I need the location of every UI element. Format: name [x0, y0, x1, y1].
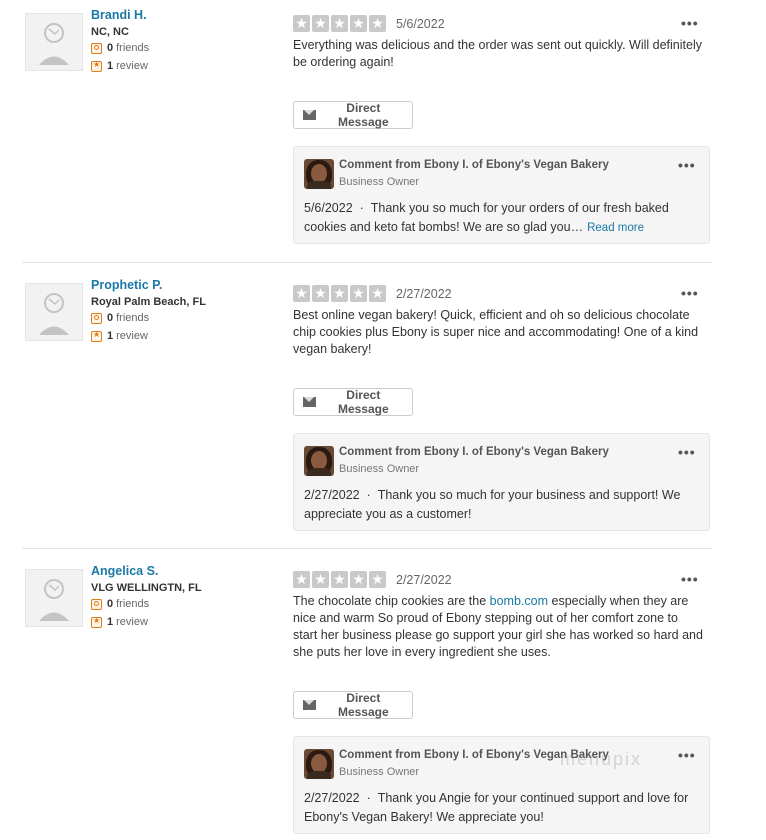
star-icon: ★: [331, 15, 348, 32]
friends-icon: [91, 598, 102, 610]
review-star-icon: [91, 330, 102, 342]
more-options-icon[interactable]: •••: [678, 157, 696, 173]
user-location: VLG WELLINGTN, FL: [91, 582, 202, 594]
star-icon: ★: [293, 571, 310, 588]
user-review-count: 1review: [91, 616, 148, 628]
user-friends-count: 0 friends: [91, 598, 149, 610]
comment-date: 5/6/2022: [304, 201, 353, 215]
more-options-icon[interactable]: •••: [681, 285, 699, 301]
default-user-icon: [39, 293, 69, 335]
user-friends-count: 0 friends: [91, 42, 149, 54]
direct-message-button[interactable]: Direct Message: [293, 101, 413, 129]
star-icon: ★: [331, 285, 348, 302]
star-rating: ★ ★ ★ ★ ★: [293, 571, 386, 588]
comment-text: 2/27/2022 · Thank you Angie for your con…: [304, 791, 689, 824]
more-options-icon[interactable]: •••: [681, 15, 699, 31]
comment-date: 2/27/2022: [304, 488, 360, 502]
star-icon: ★: [312, 15, 329, 32]
comment-text: 5/6/2022 · Thank you so much for your or…: [304, 201, 669, 234]
review-star-icon: [91, 616, 102, 628]
more-options-icon[interactable]: •••: [678, 747, 696, 763]
user-name-link[interactable]: Brandi H.: [91, 8, 147, 22]
review-text: Everything was delicious and the order w…: [293, 38, 702, 69]
review-divider: [22, 548, 712, 549]
default-user-icon: [39, 23, 69, 65]
friends-icon: [91, 312, 102, 324]
star-icon: ★: [369, 285, 386, 302]
user-avatar[interactable]: [25, 283, 83, 341]
star-rating: ★ ★ ★ ★ ★: [293, 285, 386, 302]
friends-icon: [91, 42, 102, 54]
business-owner-comment: Comment from Ebony I. of Ebony's Vegan B…: [293, 433, 710, 531]
user-name-link[interactable]: Angelica S.: [91, 564, 158, 578]
review-date: 5/6/2022: [396, 17, 445, 31]
star-icon: ★: [331, 571, 348, 588]
owner-avatar[interactable]: [304, 159, 334, 189]
read-more-link[interactable]: Read more: [587, 222, 644, 234]
envelope-icon: [303, 397, 316, 407]
user-review-count: 1review: [91, 60, 148, 72]
review-inline-link[interactable]: bomb.com: [490, 594, 548, 608]
comment-role: Business Owner: [339, 463, 420, 475]
business-owner-comment: Comment from Ebony I. of Ebony's Vegan B…: [293, 146, 710, 244]
star-icon: ★: [369, 571, 386, 588]
watermark: menupix: [560, 749, 643, 769]
star-icon: ★: [369, 15, 386, 32]
user-location: NC, NC: [91, 26, 129, 38]
more-options-icon[interactable]: •••: [681, 571, 699, 587]
user-friends-count: 0 friends: [91, 312, 149, 324]
user-name-link[interactable]: Prophetic P.: [91, 278, 162, 292]
star-icon: ★: [350, 285, 367, 302]
star-icon: ★: [350, 15, 367, 32]
star-icon: ★: [312, 571, 329, 588]
star-icon: ★: [293, 285, 310, 302]
owner-avatar[interactable]: [304, 446, 334, 476]
star-icon: ★: [312, 285, 329, 302]
user-avatar[interactable]: [25, 569, 83, 627]
user-avatar[interactable]: [25, 13, 83, 71]
user-review-count: 1review: [91, 330, 148, 342]
star-icon: ★: [293, 15, 310, 32]
comment-header: Comment from Ebony I. of Ebony's Vegan B…: [339, 159, 609, 171]
review-star-icon: [91, 60, 102, 72]
star-icon: ★: [350, 571, 367, 588]
default-user-icon: [39, 579, 69, 621]
direct-message-button[interactable]: Direct Message: [293, 388, 413, 416]
review-divider: [22, 262, 712, 263]
comment-date: 2/27/2022: [304, 791, 360, 805]
owner-avatar[interactable]: [304, 749, 334, 779]
more-options-icon[interactable]: •••: [678, 444, 696, 460]
direct-message-button[interactable]: Direct Message: [293, 691, 413, 719]
envelope-icon: [303, 700, 316, 710]
review-date: 2/27/2022: [396, 287, 452, 301]
business-owner-comment: Comment from Ebony I. of Ebony's Vegan B…: [293, 736, 710, 834]
star-rating: ★ ★ ★ ★ ★: [293, 15, 386, 32]
review-text: The chocolate chip cookies are the bomb.…: [293, 594, 703, 659]
comment-role: Business Owner: [339, 766, 420, 778]
user-location: Royal Palm Beach, FL: [91, 296, 206, 308]
review-text: Best online vegan bakery! Quick, efficie…: [293, 308, 699, 356]
comment-role: Business Owner: [339, 176, 420, 188]
review-date: 2/27/2022: [396, 573, 452, 587]
envelope-icon: [303, 110, 316, 120]
comment-text: 2/27/2022 · Thank you so much for your b…: [304, 488, 681, 521]
comment-header: Comment from Ebony I. of Ebony's Vegan B…: [339, 446, 609, 458]
